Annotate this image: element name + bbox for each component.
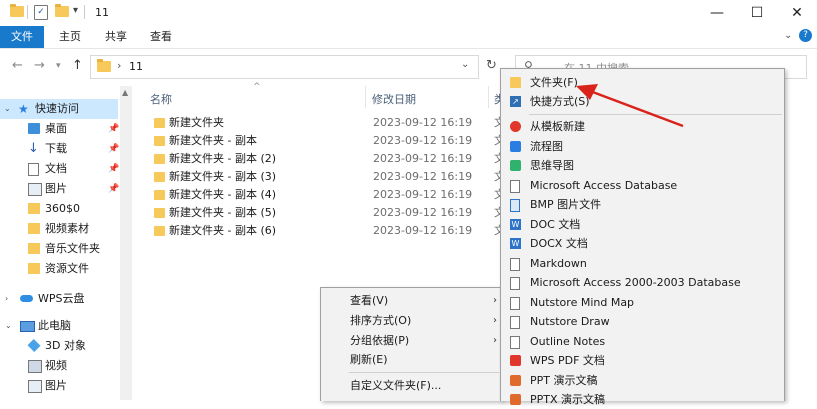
annotation-arrow-line	[589, 89, 684, 128]
annotation-arrow	[576, 84, 684, 128]
